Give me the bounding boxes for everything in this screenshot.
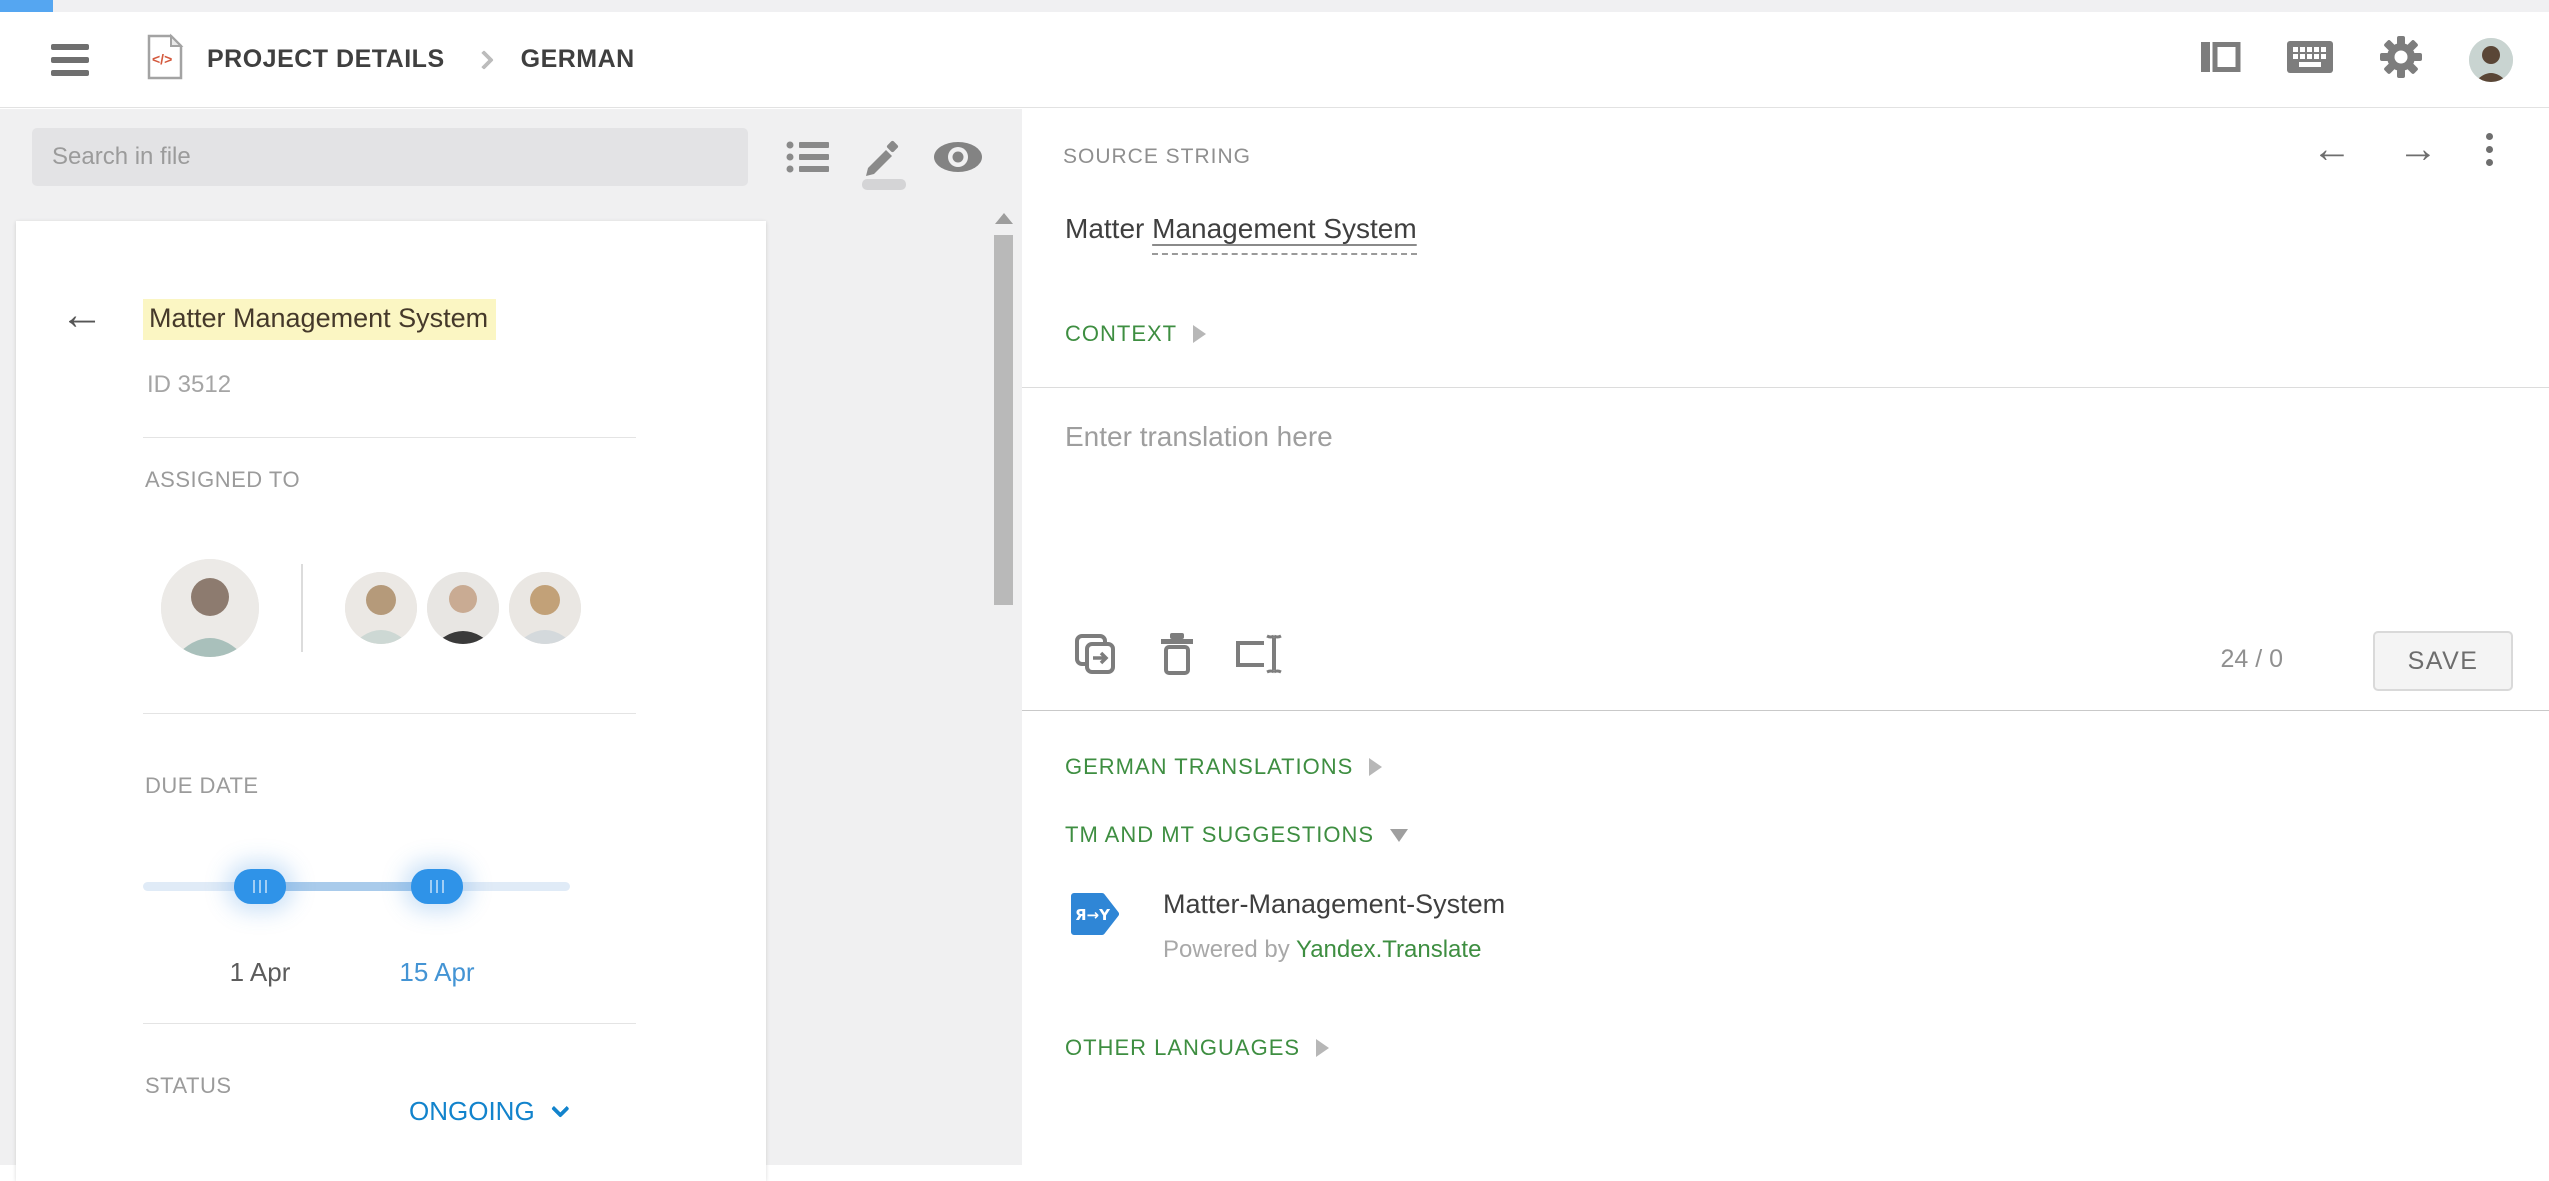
left-panel-toolbar (770, 128, 995, 186)
string-details-card: ← Matter Management System ID 3512 ASSIG… (16, 221, 766, 1181)
more-options-kebab-icon[interactable] (2476, 127, 2503, 172)
due-date-label: DUE DATE (145, 773, 259, 799)
keyboard-shortcuts-icon[interactable] (2287, 41, 2333, 78)
avatar-divider (301, 564, 303, 652)
file-code-icon: </> (145, 33, 185, 86)
triangle-down-icon (1390, 829, 1408, 842)
svg-text:</>: </> (152, 51, 172, 67)
divider (1022, 710, 2549, 711)
active-tool-indicator (862, 179, 906, 190)
source-text-plain: Matter (1065, 213, 1152, 244)
assignee-avatars (161, 559, 591, 657)
clear-translation-trash-icon[interactable] (1156, 629, 1198, 679)
assignee-avatar-2[interactable] (345, 572, 417, 644)
assignee-avatar-3[interactable] (427, 572, 499, 644)
hamburger-menu-icon[interactable] (51, 44, 89, 76)
search-input[interactable] (32, 128, 748, 186)
tm-mt-suggestions-label: TM AND MT SUGGESTIONS (1065, 822, 1374, 848)
string-list-icon[interactable] (780, 122, 836, 192)
yandex-translate-icon: Я→Y (1069, 889, 1119, 964)
left-panel: ← Matter Management System ID 3512 ASSIG… (0, 109, 1022, 1165)
divider (1022, 387, 2549, 388)
status-dropdown[interactable]: ONGOING (409, 1096, 564, 1127)
context-section-toggle[interactable]: CONTEXT (1065, 321, 1206, 347)
assigned-to-label: ASSIGNED TO (145, 467, 300, 493)
suggestion-text[interactable]: Matter-Management-System (1163, 889, 1505, 920)
breadcrumb-file[interactable]: GERMAN (521, 45, 635, 74)
divider (143, 1023, 636, 1024)
chevron-down-icon (551, 1099, 569, 1117)
header-actions (2199, 35, 2513, 84)
triangle-right-icon (1369, 758, 1382, 776)
select-text-cursor-icon[interactable] (1234, 630, 1290, 678)
due-date-end[interactable]: 15 Apr (399, 957, 474, 988)
german-translations-toggle[interactable]: GERMAN TRANSLATIONS (1065, 754, 1382, 780)
string-id: ID 3512 (147, 371, 231, 399)
settings-gear-icon[interactable] (2379, 35, 2423, 84)
back-arrow-icon[interactable]: ← (60, 293, 104, 337)
powered-by-label: Powered by (1163, 936, 1290, 963)
loading-bar (0, 0, 53, 12)
preview-eye-icon[interactable] (930, 122, 986, 192)
triangle-right-icon (1316, 1039, 1329, 1057)
mt-suggestion-item[interactable]: Я→Y Matter-Management-System Powered by … (1069, 889, 1505, 964)
other-languages-toggle[interactable]: OTHER LANGUAGES (1065, 1035, 1329, 1061)
breadcrumb-chevron-icon (474, 50, 494, 70)
due-date-start: 1 Apr (230, 957, 291, 988)
translation-input[interactable] (1049, 405, 2499, 605)
source-string-label: SOURCE STRING (1063, 145, 1251, 169)
assignee-avatar-primary[interactable] (161, 559, 259, 657)
german-translations-label: GERMAN TRANSLATIONS (1065, 754, 1353, 780)
char-counter: 24 / 0 (2220, 645, 2283, 674)
save-button[interactable]: SAVE (2373, 631, 2513, 691)
header: </> PROJECT DETAILS GERMAN (0, 12, 2549, 108)
scrollbar-up-arrow[interactable] (995, 213, 1013, 224)
provider-link[interactable]: Yandex.Translate (1296, 936, 1481, 963)
editor-panel: SOURCE STRING ← → Matter Management Syst… (1022, 109, 2549, 1165)
previous-string-arrow-icon[interactable]: ← (2304, 125, 2360, 173)
next-string-arrow-icon[interactable]: → (2390, 125, 2446, 173)
status-value: ONGOING (409, 1096, 535, 1127)
status-label: STATUS (145, 1073, 232, 1099)
tm-mt-suggestions-toggle[interactable]: TM AND MT SUGGESTIONS (1065, 822, 1408, 848)
context-label: CONTEXT (1065, 321, 1177, 347)
edit-pencil-icon[interactable] (855, 122, 911, 192)
yandex-badge-text: Я→Y (1075, 906, 1111, 924)
divider (143, 437, 636, 438)
due-date-range-slider: 1 Apr 15 Apr (143, 861, 570, 911)
source-text-glossary-term[interactable]: Management System (1152, 213, 1417, 255)
string-navigation: ← → (2304, 125, 2503, 173)
divider (143, 713, 636, 714)
scrollbar-thumb[interactable] (994, 235, 1013, 605)
top-strip (0, 0, 2549, 12)
slider-handle-end[interactable] (411, 869, 463, 904)
slider-handle-start[interactable] (234, 869, 286, 904)
translation-toolbar (1070, 629, 1290, 679)
user-avatar[interactable] (2469, 38, 2513, 82)
assignee-avatar-4[interactable] (509, 572, 581, 644)
copy-source-icon[interactable] (1070, 629, 1120, 679)
other-languages-label: OTHER LANGUAGES (1065, 1035, 1300, 1061)
breadcrumb-project[interactable]: PROJECT DETAILS (207, 45, 445, 74)
string-title-highlighted: Matter Management System (143, 299, 496, 340)
source-string-text: Matter Management System (1065, 213, 1417, 245)
main: ← Matter Management System ID 3512 ASSIG… (0, 109, 2549, 1165)
triangle-right-icon (1193, 325, 1206, 343)
side-panel-toggle-icon[interactable] (2199, 39, 2241, 80)
